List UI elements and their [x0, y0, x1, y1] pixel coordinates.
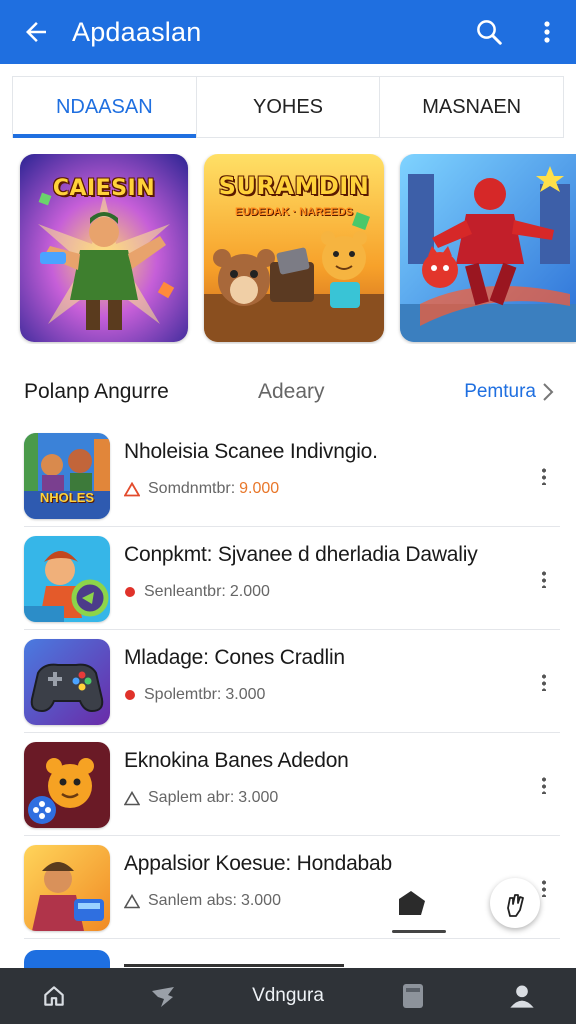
floating-action-button[interactable] — [490, 878, 540, 928]
featured-card-3[interactable] — [400, 154, 576, 342]
gamepad-thumbnail-art — [24, 639, 110, 725]
more-vert-icon — [542, 673, 546, 691]
back-button[interactable] — [0, 0, 72, 64]
meta-label: Somdnmtbr: — [148, 480, 236, 497]
featured-card-title: SURAMDIN — [218, 172, 370, 200]
featured-card-subtitle: EUDEDAK · NAREEDS — [235, 206, 353, 218]
app-thumbnail — [24, 845, 110, 931]
app-meta: Senleantbr: 2.000 — [124, 583, 560, 601]
meta-label: Saplem abr: — [148, 789, 235, 806]
search-button[interactable] — [460, 0, 518, 64]
list-item[interactable]: Eknokina Banes Adedon Saplem abr: 3.000 — [24, 733, 560, 836]
profile-icon — [509, 985, 534, 1008]
hand-gesture-icon — [507, 894, 524, 917]
bookmark-flag-icon — [399, 891, 425, 915]
list-item[interactable]: NHOLES Nholeisia Scanee Indivngio. Somdn… — [24, 424, 560, 527]
more-vert-icon — [542, 776, 546, 794]
meta-label: Sanlem abs: — [148, 892, 237, 909]
list-item[interactable]: Appalsior Koesue: Hondabab Sanlem abs: 3… — [24, 836, 560, 939]
thumbnail-text: NHOLES — [39, 490, 95, 505]
app-name: Conpkmt: Sjvanee d dherladia Dawaliy — [124, 543, 478, 566]
more-vert-icon — [544, 21, 550, 43]
tab-masnaen[interactable]: MASNAEN — [379, 77, 563, 137]
item-more-button[interactable] — [536, 773, 552, 797]
app-screen: Apdaaslan NDAASAN YOHES MASNAEN CAIESIN … — [0, 0, 576, 1024]
app-thumbnail — [24, 536, 110, 622]
meta-value: 3.000 — [240, 892, 281, 909]
next-item-name-peek — [124, 958, 364, 968]
bookmark-button[interactable] — [388, 886, 436, 922]
chevron-right-icon — [543, 383, 554, 401]
item-more-button[interactable] — [536, 464, 552, 488]
nav-library[interactable] — [359, 968, 468, 1024]
app-thumbnail — [24, 639, 110, 725]
red-dot-icon — [125, 587, 135, 597]
see-more-label: Pemtura — [464, 381, 536, 402]
item-more-button[interactable] — [536, 670, 552, 694]
meta-label: Senleantbr: — [144, 583, 226, 600]
speed-hero-game-art — [400, 154, 576, 342]
tab-ndaasan[interactable]: NDAASAN — [13, 77, 196, 138]
list-item[interactable]: Conpkmt: Sjvanee d dherladia Dawaliy Sen… — [24, 527, 560, 630]
library-icon — [402, 984, 423, 1008]
next-item-thumbnail[interactable] — [24, 950, 110, 970]
back-arrow-icon — [26, 22, 46, 42]
app-name: Mladage: Cones Cradlin — [124, 646, 345, 669]
app-meta: Somdnmtbr: 9.000 — [124, 480, 560, 498]
app-title: Apdaaslan — [72, 16, 202, 47]
app-name: Eknokina Banes Adedon — [124, 749, 349, 772]
more-vert-icon — [542, 879, 546, 897]
meta-label: Spolemtbr: — [144, 686, 222, 703]
meta-value: 3.000 — [238, 789, 279, 806]
list-item[interactable]: Mladage: Cones Cradlin Spolemtbr: 3.000 — [24, 630, 560, 733]
see-more-link[interactable]: Pemtura — [464, 381, 554, 403]
nav-home[interactable] — [0, 968, 109, 1024]
section-header: Polanp Angurre Adeary Pemtura — [24, 372, 554, 412]
tab-yohes[interactable]: YOHES — [195, 77, 380, 137]
featured-carousel: CAIESIN SURAMDIN EUDEDAK · NAREEDS — [0, 154, 576, 344]
game-thumbnail-art — [24, 536, 110, 622]
section-subtitle[interactable]: Adeary — [258, 380, 464, 404]
home-icon — [44, 986, 65, 1006]
character-thumbnail-art — [24, 845, 110, 931]
bottom-navigation: Vdngura — [0, 968, 576, 1024]
games-icon — [152, 987, 174, 1007]
app-name: Appalsior Koesue: Hondabab — [124, 852, 392, 875]
top-app-bar: Apdaaslan — [0, 0, 576, 64]
section-title: Polanp Angurre — [24, 380, 169, 403]
item-more-button[interactable] — [536, 567, 552, 591]
app-list: NHOLES Nholeisia Scanee Indivngio. Somdn… — [24, 424, 560, 939]
tab-bar: NDAASAN YOHES MASNAEN — [12, 76, 564, 138]
app-thumbnail: NHOLES — [24, 433, 110, 519]
meta-value: 2.000 — [229, 583, 270, 600]
app-thumbnail — [24, 742, 110, 828]
warning-triangle-icon — [124, 481, 140, 496]
meta-value: 3.000 — [225, 686, 266, 703]
meta-value: 9.000 — [239, 480, 280, 497]
nav-profile[interactable] — [467, 968, 576, 1024]
more-options-button[interactable] — [518, 0, 576, 64]
red-dot-icon — [125, 690, 135, 700]
featured-card-2[interactable]: SURAMDIN EUDEDAK · NAREEDS — [204, 154, 384, 342]
game-thumbnail-art — [24, 433, 110, 519]
featured-card-1[interactable]: CAIESIN — [20, 154, 188, 342]
app-meta: Spolemtbr: 3.000 — [124, 686, 560, 704]
divider — [392, 930, 446, 933]
app-meta: Saplem abr: 3.000 — [124, 789, 560, 807]
search-icon — [477, 20, 502, 45]
more-vert-icon — [542, 467, 546, 485]
triangle-outline-icon — [124, 790, 140, 805]
app-name: Nholeisia Scanee Indivngio. — [124, 440, 378, 463]
character-thumbnail-art — [24, 742, 110, 828]
featured-card-title: CAIESIN — [52, 176, 156, 201]
more-vert-icon — [542, 570, 546, 588]
triangle-outline-icon — [124, 893, 140, 908]
nav-games[interactable] — [109, 968, 218, 1024]
nav-vdngura[interactable]: Vdngura — [217, 968, 358, 1024]
